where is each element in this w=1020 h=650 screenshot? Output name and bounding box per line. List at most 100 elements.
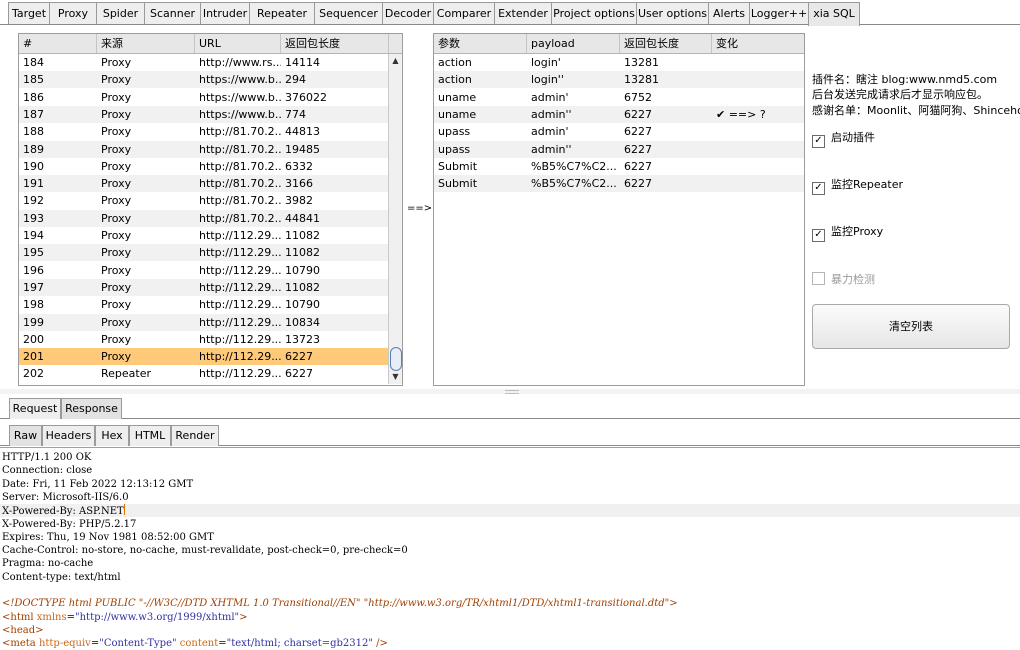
history-table-header: # 来源 URL 返回包长度 bbox=[19, 34, 402, 54]
history-cell: http://81.70.2... bbox=[199, 194, 281, 208]
scroll-up-icon[interactable]: ▲ bbox=[389, 56, 402, 65]
payload-cell: admin'' bbox=[531, 142, 572, 156]
history-cell: 10790 bbox=[285, 298, 320, 312]
payload-cell: admin' bbox=[531, 90, 569, 104]
history-cell: Proxy bbox=[101, 350, 132, 364]
history-cell: 3982 bbox=[285, 194, 313, 208]
history-row[interactable]: 200 Proxy http://112.29.... 13723 bbox=[19, 331, 388, 348]
history-cell: http://81.70.2... bbox=[199, 211, 281, 225]
history-cell: 19485 bbox=[285, 142, 320, 156]
tab-scanner[interactable]: Scanner bbox=[144, 2, 201, 24]
history-cell: 6227 bbox=[285, 350, 313, 364]
history-cell: http://112.29.... bbox=[199, 332, 281, 346]
scroll-down-icon[interactable]: ▼ bbox=[389, 372, 402, 381]
payload-row[interactable]: action login' 13281 bbox=[434, 54, 804, 71]
history-scrollbar[interactable]: ▲ ▼ bbox=[388, 54, 402, 384]
history-row[interactable]: 184 Proxy http://www.rs... 14114 bbox=[19, 54, 388, 71]
history-cell: http://112.29.... bbox=[199, 263, 281, 277]
payload-row[interactable]: action login'' 13281 bbox=[434, 71, 804, 89]
payload-row[interactable]: upass admin'' 6227 bbox=[434, 140, 804, 158]
enable-plugin-checkbox[interactable]: ✓ 启动插件 bbox=[812, 131, 875, 148]
history-cell: 774 bbox=[285, 107, 306, 121]
tab-intruder[interactable]: Intruder bbox=[200, 2, 250, 24]
col-header-change[interactable]: 变化 bbox=[712, 34, 804, 53]
history-table: # 来源 URL 返回包长度 184 Proxy http://www.rs... 1… bbox=[18, 33, 403, 386]
payload-cell bbox=[712, 141, 804, 158]
history-row[interactable]: 189 Proxy http://81.70.2... 19485 bbox=[19, 140, 388, 158]
payload-row[interactable]: Submit %B5%C7%C2... 6227 bbox=[434, 158, 804, 175]
tab-html[interactable]: HTML bbox=[129, 425, 171, 446]
monitor-proxy-label: 监控Proxy bbox=[831, 225, 884, 238]
history-row[interactable]: 197 Proxy http://112.29.... 11082 bbox=[19, 278, 388, 296]
tab-sequencer[interactable]: Sequencer bbox=[314, 2, 383, 24]
history-cell: 202 bbox=[23, 367, 44, 381]
history-cell: 197 bbox=[23, 280, 44, 294]
tab-project-options[interactable]: Project options bbox=[551, 2, 637, 24]
col-header-index[interactable]: # bbox=[19, 34, 97, 53]
tab-xia-sql[interactable]: xia SQL bbox=[808, 2, 860, 26]
tab-response[interactable]: Response bbox=[61, 398, 122, 419]
tab-repeater[interactable]: Repeater bbox=[249, 2, 315, 24]
history-row[interactable]: 194 Proxy http://112.29.... 11082 bbox=[19, 227, 388, 244]
tab-target[interactable]: Target bbox=[8, 2, 50, 24]
tab-proxy[interactable]: Proxy bbox=[49, 2, 97, 24]
tab-headers[interactable]: Headers bbox=[42, 425, 95, 446]
history-row[interactable]: 191 Proxy http://81.70.2... 3166 bbox=[19, 175, 388, 193]
payload-row[interactable]: uname admin' 6752 bbox=[434, 89, 804, 106]
history-row[interactable]: 195 Proxy http://112.29.... 11082 bbox=[19, 244, 388, 262]
history-row[interactable]: 185 Proxy https://www.b... 294 bbox=[19, 71, 388, 89]
response-line: Connection: close bbox=[2, 465, 93, 477]
history-row[interactable]: 202 Repeater http://112.29.... 6227 bbox=[19, 365, 388, 382]
history-row[interactable]: 199 Proxy http://112.29.... 10834 bbox=[19, 313, 388, 331]
payload-cell: admin' bbox=[531, 125, 569, 139]
tab-decoder[interactable]: Decoder bbox=[382, 2, 434, 24]
history-row[interactable]: 198 Proxy http://112.29.... 10790 bbox=[19, 296, 388, 313]
clear-list-button[interactable]: 清空列表 bbox=[812, 304, 1010, 349]
history-row[interactable]: 192 Proxy http://81.70.2... 3982 bbox=[19, 192, 388, 209]
history-row[interactable]: 186 Proxy https://www.b... 376022 bbox=[19, 89, 388, 106]
tab-hex[interactable]: Hex bbox=[95, 425, 129, 446]
response-line: X-Powered-By: PHP/5.2.17 bbox=[2, 518, 137, 530]
history-cell: 11082 bbox=[285, 246, 320, 260]
tab-comparer[interactable]: Comparer bbox=[433, 2, 495, 24]
payload-row[interactable]: Submit %B5%C7%C2... 6227 bbox=[434, 175, 804, 193]
tab-alerts[interactable]: Alerts bbox=[708, 2, 750, 24]
payload-cell bbox=[712, 89, 804, 106]
tab-render[interactable]: Render bbox=[171, 425, 219, 446]
monitor-repeater-checkbox[interactable]: ✓ 监控Repeater bbox=[812, 178, 903, 195]
response-line: Pragma: no-cache bbox=[2, 558, 94, 570]
tab-request[interactable]: Request bbox=[9, 398, 61, 419]
history-row[interactable]: 187 Proxy https://www.b... 774 bbox=[19, 105, 388, 123]
col-header-url[interactable]: URL bbox=[195, 34, 281, 53]
history-row[interactable]: 201 Proxy http://112.29.... 6227 bbox=[19, 348, 388, 366]
tab-extender[interactable]: Extender bbox=[494, 2, 552, 24]
payload-cell: 13281 bbox=[624, 56, 659, 69]
tab-spider[interactable]: Spider bbox=[96, 2, 145, 24]
history-cell: 6227 bbox=[285, 367, 313, 381]
payload-cell: login' bbox=[531, 56, 561, 69]
tab-logger[interactable]: Logger++ bbox=[749, 2, 809, 24]
history-cell: http://81.70.2... bbox=[199, 125, 281, 139]
history-cell: 11082 bbox=[285, 229, 320, 242]
col-header-payload[interactable]: payload bbox=[527, 34, 620, 53]
brute-detect-checkbox[interactable]: 暴力检测 bbox=[812, 272, 875, 286]
response-editor[interactable]: HTTP/1.1 200 OK Connection: close Date: Fr… bbox=[0, 447, 1020, 649]
tab-user-options[interactable]: User options bbox=[636, 2, 709, 24]
history-row[interactable]: 190 Proxy http://81.70.2... 6332 bbox=[19, 158, 388, 175]
col-header-source[interactable]: 来源 bbox=[97, 34, 195, 53]
payload-cell: %B5%C7%C2... bbox=[531, 177, 617, 191]
split-divider[interactable] bbox=[0, 389, 1020, 394]
history-row[interactable]: 193 Proxy http://81.70.2... 44841 bbox=[19, 209, 388, 227]
payload-cell bbox=[712, 175, 804, 192]
payload-row[interactable]: upass admin' 6227 bbox=[434, 123, 804, 140]
scroll-thumb[interactable] bbox=[390, 347, 402, 371]
monitor-proxy-checkbox[interactable]: ✓ 监控Proxy bbox=[812, 225, 884, 242]
payload-row[interactable]: uname admin'' 6227 ✔ ==> ? bbox=[434, 105, 804, 123]
history-row[interactable]: 196 Proxy http://112.29.... 10790 bbox=[19, 262, 388, 279]
history-row[interactable]: 188 Proxy http://81.70.2... 44813 bbox=[19, 123, 388, 140]
payload-cell: 6227 bbox=[624, 177, 652, 191]
col-header-resp-length[interactable]: 返回包长度 bbox=[620, 34, 712, 53]
col-header-length[interactable]: 返回包长度 bbox=[281, 34, 389, 53]
col-header-param[interactable]: 参数 bbox=[434, 34, 527, 53]
tab-raw[interactable]: Raw bbox=[9, 425, 42, 446]
